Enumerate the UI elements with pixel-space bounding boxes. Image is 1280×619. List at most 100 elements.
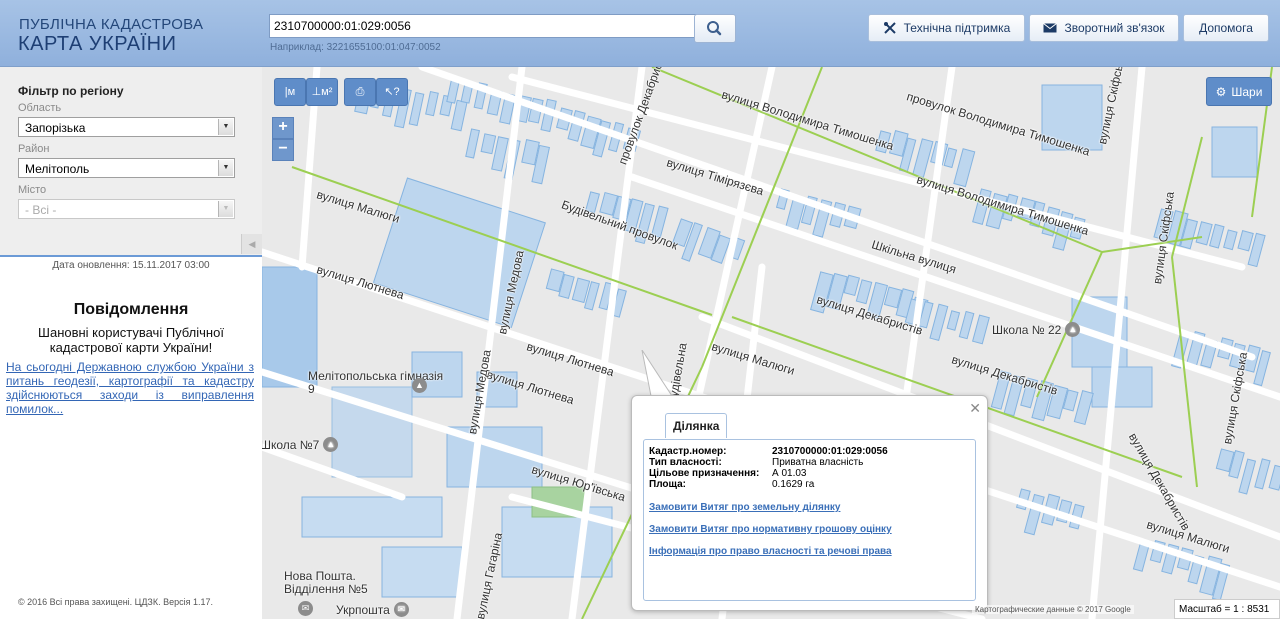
tab-parcel[interactable]: Ділянка: [665, 413, 728, 438]
logo-title-top[interactable]: ПУБЛІЧНА КАДАСТРОВА: [19, 16, 203, 33]
district-label: Район: [18, 143, 50, 155]
ruler-icon: |м: [284, 86, 296, 98]
notice-text: Шановні користувачі Публічної кадастрово…: [38, 325, 224, 355]
post-icon: ✉: [298, 601, 313, 616]
filter-title: Фільтр по регіону: [18, 84, 124, 98]
info-row: Кадастр.номер: 2310700000:01:029:0056: [649, 446, 888, 457]
popup-pointer: [641, 350, 673, 397]
identify-button[interactable]: ↖?: [376, 78, 408, 106]
city-select-value: - Всі -: [25, 203, 57, 217]
parcel: [480, 133, 497, 155]
parcel: [912, 138, 934, 179]
copyright: © 2016 Всі права захищені. ЦДЗК. Версія …: [18, 597, 214, 607]
district-select-value: Мелітополь: [25, 162, 90, 176]
magnifier-icon: [707, 21, 722, 36]
poi-label: Нова Пошта. Відділення №5: [284, 569, 368, 596]
chevron-down-icon[interactable]: ▼: [218, 119, 233, 135]
measure-area-button[interactable]: ⊥м²: [306, 78, 338, 106]
poi-gymnasium-9[interactable]: Мелітопольська гімназія 9: [308, 370, 448, 396]
map-attribution: Картографические данные © 2017 Google: [972, 605, 1134, 614]
info-value: Приватна власність: [772, 457, 864, 468]
district-select[interactable]: Мелітополь ▼: [18, 158, 235, 178]
support-label: Технічна підтримка: [903, 21, 1011, 35]
search-button[interactable]: [694, 14, 736, 43]
school-icon: ▲: [323, 437, 339, 452]
region-select-value: Запорізька: [25, 121, 86, 135]
tools-icon: [883, 22, 896, 34]
info-key: Площа:: [649, 479, 686, 490]
order-valuation-extract-link[interactable]: Замовити Витяг про нормативну грошову оц…: [649, 524, 892, 535]
city-label: Місто: [18, 184, 47, 196]
help-button[interactable]: Допомога: [1183, 14, 1269, 42]
region-select[interactable]: Запорізька ▼: [18, 117, 235, 137]
parcel: [1223, 229, 1238, 251]
help-label: Допомога: [1199, 21, 1253, 35]
zoom-out-button[interactable]: −: [272, 139, 294, 161]
printer-icon: ⎙: [355, 86, 365, 98]
parcel: [1237, 230, 1254, 252]
layers-button[interactable]: ⚙ Шари: [1206, 77, 1272, 106]
parcel: [465, 128, 481, 159]
parcel-info-popup: ✕ Ділянка Кадастр.номер: 2310700000:01:02…: [631, 395, 988, 611]
parcel: [972, 314, 990, 345]
poi-nova-poshta[interactable]: Нова Пошта. Відділення №5: [284, 570, 384, 596]
zoom-in-button[interactable]: +: [272, 117, 294, 139]
parcel: [1268, 464, 1280, 491]
region-filter-panel: Фільтр по регіону Область Запорізька ▼ Р…: [0, 67, 262, 256]
info-value: 0.1629 га: [772, 479, 815, 490]
measure-length-button[interactable]: |м: [274, 78, 306, 106]
notice-title: Повідомлення: [73, 301, 189, 318]
notice-link[interactable]: На сьогодні Державною службою України з …: [6, 360, 254, 416]
area-icon: ⊥м²: [311, 86, 333, 98]
search-hint: Наприклад: 3221655100:01:047:0052: [270, 42, 441, 53]
envelope-icon: [1043, 23, 1058, 33]
layers-label: Шари: [1231, 84, 1263, 99]
chevron-down-icon[interactable]: ▼: [218, 160, 233, 176]
info-row: Тип власності: Приватна власність: [649, 457, 863, 468]
pointer-question-icon: ↖?: [384, 86, 400, 98]
info-value: А 01.03: [772, 468, 807, 479]
header: ПУБЛІЧНА КАДАСТРОВА КАРТА УКРАЇНИ Наприк…: [0, 0, 1280, 67]
popup-body: Кадастр.номер: 2310700000:01:029:0056 Тип…: [643, 439, 976, 601]
poi-label: Укрпошта: [336, 602, 390, 617]
parcel: [450, 99, 468, 132]
collapse-sidebar-button[interactable]: ◀: [241, 234, 262, 254]
close-icon[interactable]: ✕: [969, 400, 981, 417]
poi-school-7[interactable]: Школа №7 ▲: [262, 437, 339, 452]
post-icon: ✉: [393, 602, 409, 617]
sidebar: Фільтр по регіону Область Запорізька ▼ Р…: [0, 67, 262, 619]
logo-title-bottom[interactable]: КАРТА УКРАЇНИ: [18, 33, 176, 56]
cadastral-search-input[interactable]: [269, 14, 697, 38]
info-key: Кадастр.номер:: [649, 446, 727, 457]
poi-school-22[interactable]: Школа № 22 ▲: [992, 322, 1081, 337]
region-label: Область: [18, 102, 62, 114]
info-row: Цільове призначення: А 01.03: [649, 468, 806, 479]
feedback-button[interactable]: Зворотний зв'язок: [1029, 14, 1179, 42]
parcel: [946, 310, 961, 331]
poi-label: Мелітопольська гімназія 9: [308, 369, 444, 396]
info-key: Цільове призначення:: [649, 468, 760, 479]
divider: [0, 255, 262, 257]
parcel: [958, 310, 975, 340]
city-select[interactable]: - Всі - ▼: [18, 199, 235, 219]
poi-ukrposhta[interactable]: Укрпошта ✉: [336, 602, 409, 617]
parcel: [1254, 458, 1271, 490]
map-view[interactable]: вулиця Малюги вулиця Лютнева вулиця Медо…: [262, 67, 1280, 619]
poi-label: Школа №7: [262, 437, 320, 452]
parcel: [929, 303, 949, 341]
school-icon: ▲: [412, 378, 427, 393]
info-key: Тип власності:: [649, 457, 722, 468]
gear-icon: ⚙: [1215, 84, 1227, 99]
parcel: [953, 148, 976, 188]
triangle-left-icon: ◀: [248, 239, 256, 249]
parcel: [855, 279, 873, 305]
info-row: Площа: 0.1629 га: [649, 479, 814, 490]
chevron-down-icon[interactable]: ▼: [218, 201, 233, 217]
poi-label: Школа № 22: [992, 322, 1062, 337]
order-parcel-extract-link[interactable]: Замовити Витяг про земельну ділянку: [649, 502, 840, 513]
info-value: 2310700000:01:029:0056: [772, 446, 888, 457]
support-button[interactable]: Технічна підтримка: [868, 14, 1025, 42]
print-button[interactable]: ⎙: [344, 78, 376, 106]
ownership-info-link[interactable]: Інформація про право власності та речові…: [649, 546, 892, 557]
parcel: [408, 91, 425, 127]
